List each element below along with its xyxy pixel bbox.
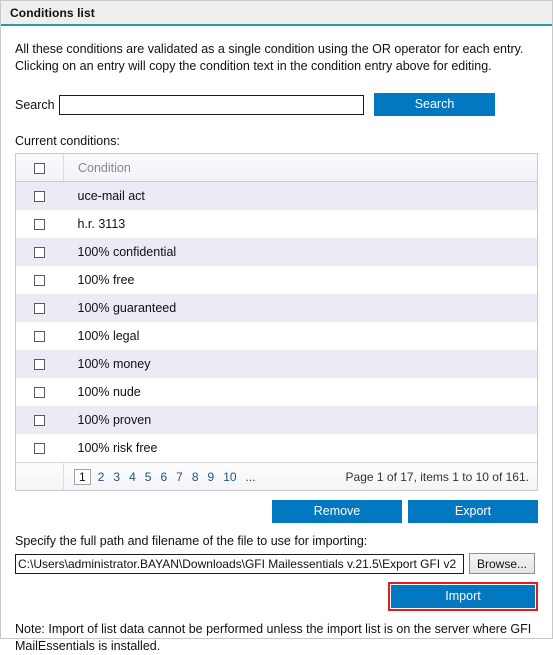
row-checkbox[interactable] bbox=[34, 387, 46, 399]
row-checkbox[interactable] bbox=[34, 331, 46, 343]
pagination-info: Page 1 of 17, items 1 to 10 of 161. bbox=[345, 469, 529, 484]
pagination-cell: 1 2 3 4 5 6 7 8 9 10... Page 1 of 17, items 1 to … bbox=[63, 462, 537, 490]
import-note-line-1: Note: Import of list data cannot be perf… bbox=[15, 622, 532, 636]
row-checkbox[interactable] bbox=[34, 443, 46, 455]
table-row[interactable]: 100% money bbox=[16, 350, 537, 378]
intro-text: All these conditions are validated as a … bbox=[15, 41, 538, 75]
pagination-page-7[interactable]: 7 bbox=[176, 470, 183, 484]
import-note: Note: Import of list data cannot be perf… bbox=[15, 621, 538, 655]
import-path-row: Browse... bbox=[15, 553, 538, 574]
condition-text: h.r. 3113 bbox=[77, 217, 126, 231]
table-row[interactable]: uce-mail act bbox=[16, 181, 538, 211]
row-checkbox[interactable] bbox=[34, 275, 46, 287]
import-button-row: Import bbox=[15, 582, 538, 611]
table-row[interactable]: 100% proven bbox=[16, 406, 537, 434]
condition-text: uce-mail act bbox=[77, 189, 145, 203]
row-condition-cell[interactable]: 100% guaranteed bbox=[64, 294, 538, 322]
table-row[interactable]: 100% nude bbox=[16, 378, 537, 406]
pagination-page-8[interactable]: 8 bbox=[192, 470, 199, 484]
row-checkbox[interactable] bbox=[34, 247, 46, 259]
search-row: Search Search bbox=[15, 93, 538, 116]
row-checkbox-cell bbox=[16, 266, 64, 294]
table-row[interactable]: h.r. 3113 bbox=[16, 210, 537, 238]
conditions-table: Condition uce-mail act h.r. 3113 100% conf… bbox=[16, 154, 537, 490]
table-header-row: Condition bbox=[16, 154, 537, 182]
pagination-row: 1 2 3 4 5 6 7 8 9 10... Page 1 of 17, items 1 to … bbox=[16, 462, 537, 490]
row-checkbox[interactable] bbox=[34, 415, 46, 427]
remove-button[interactable]: Remove bbox=[272, 500, 402, 523]
conditions-list-panel: Conditions list All these conditions are… bbox=[0, 0, 553, 653]
panel-content: All these conditions are validated as a … bbox=[1, 41, 552, 655]
condition-text: 100% risk free bbox=[77, 441, 158, 455]
import-path-input[interactable] bbox=[15, 553, 464, 574]
column-header-cell: Condition bbox=[63, 154, 537, 182]
intro-line-2: Clicking on an entry will copy the condi… bbox=[15, 59, 492, 73]
condition-text: 100% legal bbox=[77, 329, 140, 343]
list-actions-row: Remove Export bbox=[15, 500, 538, 523]
import-button-highlight: Import bbox=[388, 582, 538, 611]
pagination-page-2[interactable]: 2 bbox=[98, 470, 105, 484]
pagination-page-1: 1 bbox=[74, 468, 91, 485]
row-checkbox-cell bbox=[16, 322, 64, 350]
row-condition-cell[interactable]: 100% nude bbox=[64, 378, 538, 406]
pagination: 1 2 3 4 5 6 7 8 9 10... Page 1 of 17, items 1 to … bbox=[64, 468, 537, 485]
current-conditions-label: Current conditions: bbox=[15, 134, 120, 148]
row-condition-cell[interactable]: h.r. 3113 bbox=[64, 210, 538, 238]
import-path-label: Specify the full path and filename of th… bbox=[15, 534, 368, 548]
search-input[interactable] bbox=[59, 94, 364, 115]
search-label: Search bbox=[15, 97, 55, 112]
page-title: Conditions list bbox=[10, 5, 95, 20]
condition-text: 100% nude bbox=[77, 385, 141, 399]
row-checkbox-cell bbox=[16, 378, 64, 406]
row-condition-cell[interactable]: 100% proven bbox=[64, 406, 538, 434]
table-row[interactable]: 100% guaranteed bbox=[16, 294, 537, 322]
row-checkbox-cell bbox=[16, 434, 64, 463]
column-header-condition: Condition bbox=[78, 160, 131, 175]
row-condition-cell[interactable]: 100% risk free bbox=[64, 434, 538, 463]
select-all-checkbox[interactable] bbox=[34, 162, 45, 174]
row-checkbox-cell bbox=[16, 406, 64, 434]
row-checkbox-cell bbox=[16, 182, 64, 211]
pagination-more[interactable]: ... bbox=[246, 470, 256, 484]
table-row[interactable]: 100% risk free bbox=[16, 434, 537, 463]
condition-text: 100% guaranteed bbox=[77, 301, 177, 315]
pagination-page-10[interactable]: 10 bbox=[223, 470, 236, 484]
row-condition-cell[interactable]: 100% confidential bbox=[64, 238, 538, 266]
row-condition-cell[interactable]: 100% legal bbox=[64, 322, 538, 350]
search-button[interactable]: Search bbox=[374, 93, 495, 116]
condition-text: 100% free bbox=[77, 273, 135, 287]
intro-line-1: All these conditions are validated as a … bbox=[15, 42, 524, 56]
table-row[interactable]: 100% legal bbox=[16, 322, 537, 350]
table-row[interactable]: 100% free bbox=[16, 266, 537, 294]
condition-text: 100% confidential bbox=[77, 245, 177, 259]
import-note-line-2: MailEssentials is installed. bbox=[15, 639, 161, 653]
row-checkbox-cell bbox=[16, 238, 64, 266]
import-button[interactable]: Import bbox=[391, 585, 535, 608]
select-all-cell bbox=[16, 154, 64, 182]
row-checkbox-cell bbox=[16, 350, 64, 378]
row-checkbox-cell bbox=[16, 210, 64, 238]
table-row[interactable]: 100% confidential bbox=[16, 238, 537, 266]
pagination-pages: 1 2 3 4 5 6 7 8 9 10... bbox=[74, 468, 265, 485]
browse-button[interactable]: Browse... bbox=[469, 553, 535, 574]
pagination-page-4[interactable]: 4 bbox=[129, 470, 136, 484]
row-condition-cell[interactable]: 100% free bbox=[64, 266, 538, 294]
row-checkbox[interactable] bbox=[34, 303, 46, 315]
export-button[interactable]: Export bbox=[408, 500, 538, 523]
row-checkbox[interactable] bbox=[34, 359, 46, 371]
pagination-page-6[interactable]: 6 bbox=[160, 470, 167, 484]
row-checkbox-cell bbox=[16, 294, 64, 322]
conditions-table-wrapper: Condition uce-mail act h.r. 3113 100% conf… bbox=[15, 153, 538, 491]
pagination-page-5[interactable]: 5 bbox=[145, 470, 152, 484]
row-checkbox[interactable] bbox=[34, 219, 46, 231]
window-titlebar: Conditions list bbox=[1, 1, 552, 26]
condition-text: 100% proven bbox=[77, 413, 152, 427]
condition-text: 100% money bbox=[77, 357, 151, 371]
row-condition-cell[interactable]: uce-mail act bbox=[64, 182, 538, 211]
pagination-spacer-cell bbox=[16, 462, 64, 490]
row-condition-cell[interactable]: 100% money bbox=[64, 350, 538, 378]
pagination-page-3[interactable]: 3 bbox=[113, 470, 120, 484]
row-checkbox[interactable] bbox=[34, 191, 46, 203]
pagination-page-9[interactable]: 9 bbox=[208, 470, 215, 484]
